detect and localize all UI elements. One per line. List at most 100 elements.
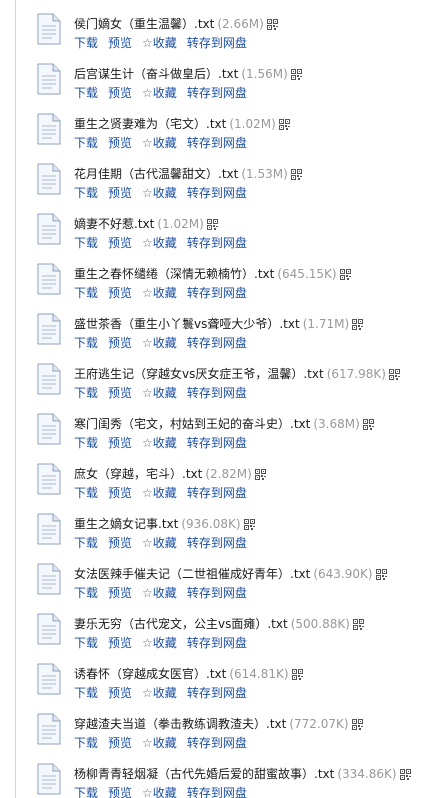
star-icon: ☆ bbox=[142, 586, 153, 600]
file-name: 后宫谋生计（奋斗做皇后）.txt bbox=[74, 67, 239, 81]
favorite-link[interactable]: ☆收藏 bbox=[142, 636, 177, 650]
qr-code-icon[interactable] bbox=[266, 17, 278, 30]
favorite-link[interactable]: ☆收藏 bbox=[142, 336, 177, 350]
save-to-disk-link[interactable]: 转存到网盘 bbox=[187, 386, 247, 400]
download-link[interactable]: 下载 bbox=[74, 736, 98, 750]
qr-code-icon[interactable] bbox=[206, 217, 218, 230]
download-link[interactable]: 下载 bbox=[74, 486, 98, 500]
save-to-disk-link[interactable]: 转存到网盘 bbox=[187, 686, 247, 700]
file-size: (2.66M) bbox=[217, 17, 264, 31]
download-link[interactable]: 下载 bbox=[74, 536, 98, 550]
save-to-disk-link[interactable]: 转存到网盘 bbox=[187, 86, 247, 100]
save-to-disk-link[interactable]: 转存到网盘 bbox=[187, 486, 247, 500]
preview-link[interactable]: 预览 bbox=[108, 136, 132, 150]
favorite-link[interactable]: ☆收藏 bbox=[142, 686, 177, 700]
download-link[interactable]: 下载 bbox=[74, 636, 98, 650]
favorite-link[interactable]: ☆收藏 bbox=[142, 36, 177, 50]
preview-link[interactable]: 预览 bbox=[108, 436, 132, 450]
star-icon: ☆ bbox=[142, 236, 153, 250]
file-size: (1.56M) bbox=[241, 67, 288, 81]
save-to-disk-link[interactable]: 转存到网盘 bbox=[187, 286, 247, 300]
favorite-link[interactable]: ☆收藏 bbox=[142, 486, 177, 500]
favorite-link[interactable]: ☆收藏 bbox=[142, 536, 177, 550]
download-link[interactable]: 下载 bbox=[74, 336, 98, 350]
qr-code-icon[interactable] bbox=[291, 667, 303, 680]
favorite-link[interactable]: ☆收藏 bbox=[142, 286, 177, 300]
download-link[interactable]: 下载 bbox=[74, 36, 98, 50]
file-name: 穿越渣夫当道（拳击教练调教渣夫）.txt bbox=[74, 717, 287, 731]
favorite-link[interactable]: ☆收藏 bbox=[142, 86, 177, 100]
download-link[interactable]: 下载 bbox=[74, 186, 98, 200]
favorite-link[interactable]: ☆收藏 bbox=[142, 586, 177, 600]
qr-code-icon[interactable] bbox=[243, 517, 255, 530]
save-to-disk-link[interactable]: 转存到网盘 bbox=[187, 36, 247, 50]
favorite-label: 收藏 bbox=[152, 386, 177, 400]
favorite-link[interactable]: ☆收藏 bbox=[142, 186, 177, 200]
save-to-disk-link[interactable]: 转存到网盘 bbox=[187, 336, 247, 350]
file-row: 女法医辣手催夫记（二世祖催成好青年）.txt (643.90K) 下载 预览 ☆收藏 转存… bbox=[0, 550, 444, 600]
preview-link[interactable]: 预览 bbox=[108, 86, 132, 100]
download-link[interactable]: 下载 bbox=[74, 786, 98, 798]
file-row: 盛世茶香（重生小丫鬟vs聋哑大少爷）.txt (1.71M) 下载 预览 ☆收藏 转存到网… bbox=[0, 300, 444, 350]
save-to-disk-link[interactable]: 转存到网盘 bbox=[187, 786, 247, 798]
preview-link[interactable]: 预览 bbox=[108, 736, 132, 750]
qr-code-icon[interactable] bbox=[399, 767, 411, 780]
star-icon: ☆ bbox=[142, 436, 153, 450]
preview-link[interactable]: 预览 bbox=[108, 286, 132, 300]
qr-code-icon[interactable] bbox=[352, 317, 364, 330]
save-to-disk-link[interactable]: 转存到网盘 bbox=[187, 636, 247, 650]
preview-link[interactable]: 预览 bbox=[108, 786, 132, 798]
download-link[interactable]: 下载 bbox=[74, 436, 98, 450]
file-size: (643.90K) bbox=[313, 567, 373, 581]
save-to-disk-link[interactable]: 转存到网盘 bbox=[187, 436, 247, 450]
favorite-link[interactable]: ☆收藏 bbox=[142, 436, 177, 450]
qr-code-icon[interactable] bbox=[375, 567, 387, 580]
save-to-disk-link[interactable]: 转存到网盘 bbox=[187, 136, 247, 150]
qr-code-icon[interactable] bbox=[352, 617, 364, 630]
preview-link[interactable]: 预览 bbox=[108, 386, 132, 400]
preview-link[interactable]: 预览 bbox=[108, 636, 132, 650]
file-row: 嫡妻不好惹.txt (1.02M) 下载 预览 ☆收藏 转存到网盘 bbox=[0, 200, 444, 250]
preview-link[interactable]: 预览 bbox=[108, 186, 132, 200]
file-size: (1.71M) bbox=[302, 317, 350, 331]
preview-link[interactable]: 预览 bbox=[108, 536, 132, 550]
file-title-line: 诱春怀（穿越成女医官）.txt (614.81K) bbox=[74, 665, 303, 683]
file-list-page: 侯门嫡女（重生温馨）.txt (2.66M) 下载 预览 ☆收藏 转存到网盘 后宫谋生计（奋… bbox=[0, 0, 444, 798]
favorite-link[interactable]: ☆收藏 bbox=[142, 236, 177, 250]
save-to-disk-link[interactable]: 转存到网盘 bbox=[187, 736, 247, 750]
preview-link[interactable]: 预览 bbox=[108, 236, 132, 250]
favorite-link[interactable]: ☆收藏 bbox=[142, 736, 177, 750]
download-link[interactable]: 下载 bbox=[74, 86, 98, 100]
qr-code-icon[interactable] bbox=[290, 67, 302, 80]
qr-code-icon[interactable] bbox=[362, 417, 374, 430]
download-link[interactable]: 下载 bbox=[74, 136, 98, 150]
save-to-disk-link[interactable]: 转存到网盘 bbox=[187, 236, 247, 250]
qr-code-icon[interactable] bbox=[278, 117, 290, 130]
save-to-disk-link[interactable]: 转存到网盘 bbox=[187, 186, 247, 200]
qr-code-icon[interactable] bbox=[388, 367, 400, 380]
file-title-line: 重生之嫡女记事.txt (936.08K) bbox=[74, 515, 255, 533]
download-link[interactable]: 下载 bbox=[74, 236, 98, 250]
qr-code-icon[interactable] bbox=[290, 167, 302, 180]
favorite-link[interactable]: ☆收藏 bbox=[142, 786, 177, 798]
preview-link[interactable]: 预览 bbox=[108, 486, 132, 500]
favorite-link[interactable]: ☆收藏 bbox=[142, 136, 177, 150]
download-link[interactable]: 下载 bbox=[74, 586, 98, 600]
file-name: 重生之嫡女记事.txt bbox=[74, 517, 179, 531]
preview-link[interactable]: 预览 bbox=[108, 36, 132, 50]
file-actions: 下载 预览 ☆收藏 转存到网盘 bbox=[74, 785, 247, 798]
preview-link[interactable]: 预览 bbox=[108, 686, 132, 700]
preview-link[interactable]: 预览 bbox=[108, 586, 132, 600]
save-to-disk-link[interactable]: 转存到网盘 bbox=[187, 586, 247, 600]
qr-code-icon[interactable] bbox=[254, 467, 266, 480]
download-link[interactable]: 下载 bbox=[74, 686, 98, 700]
qr-code-icon[interactable] bbox=[351, 717, 363, 730]
download-link[interactable]: 下载 bbox=[74, 286, 98, 300]
star-icon: ☆ bbox=[142, 486, 153, 500]
favorite-link[interactable]: ☆收藏 bbox=[142, 386, 177, 400]
preview-link[interactable]: 预览 bbox=[108, 336, 132, 350]
file-name: 诱春怀（穿越成女医官）.txt bbox=[74, 667, 227, 681]
qr-code-icon[interactable] bbox=[339, 267, 351, 280]
save-to-disk-link[interactable]: 转存到网盘 bbox=[187, 536, 247, 550]
download-link[interactable]: 下载 bbox=[74, 386, 98, 400]
